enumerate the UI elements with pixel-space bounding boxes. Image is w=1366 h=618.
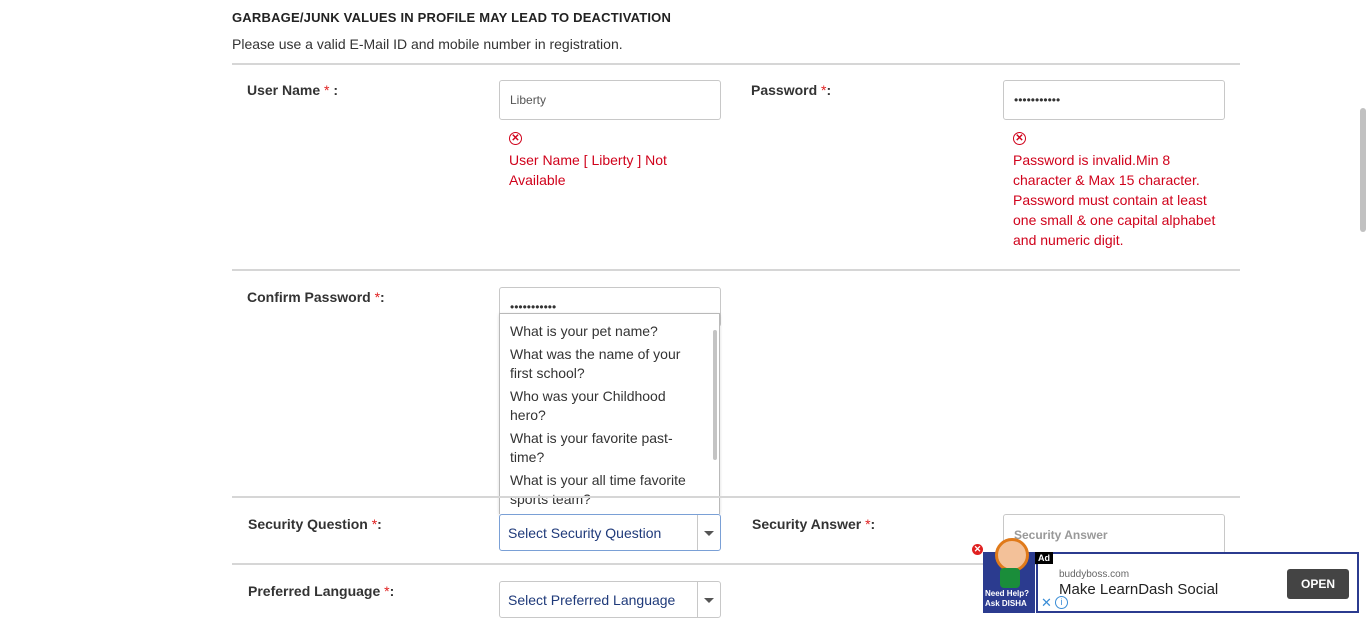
password-label: Password *: bbox=[751, 82, 832, 98]
security-question-select[interactable]: Select Security Question bbox=[499, 514, 721, 551]
close-icon[interactable]: ✕ bbox=[972, 544, 983, 555]
security-question-option[interactable]: What is your favorite past-time? bbox=[500, 425, 719, 467]
error-icon: ✕ bbox=[1013, 132, 1026, 145]
ad-banner: ✕ Need Help? Ask DISHA buddyboss.com Mak… bbox=[972, 538, 1366, 613]
security-question-option[interactable]: What is your all time favorite sports te… bbox=[500, 467, 719, 509]
security-question-label: Security Question *: bbox=[248, 516, 382, 532]
chevron-down-icon bbox=[704, 597, 714, 603]
dropdown-toggle[interactable] bbox=[697, 582, 720, 617]
deactivation-warning-title: GARBAGE/JUNK VALUES IN PROFILE MAY LEAD … bbox=[232, 10, 672, 25]
registration-instructions: Please use a valid E-Mail ID and mobile … bbox=[232, 36, 623, 52]
dropdown-toggle[interactable] bbox=[697, 515, 720, 550]
ad-domain: buddyboss.com bbox=[1059, 569, 1130, 580]
divider bbox=[232, 496, 1240, 498]
security-question-options[interactable]: What is your pet name? What was the name… bbox=[499, 313, 720, 514]
password-input[interactable]: ••••••••••• bbox=[1003, 80, 1225, 120]
dropdown-scrollbar[interactable] bbox=[713, 330, 717, 460]
divider bbox=[232, 63, 1240, 65]
security-question-option[interactable]: Who was your Childhood hero? bbox=[500, 383, 719, 425]
confirm-password-label: Confirm Password *: bbox=[247, 289, 385, 305]
ad-info-icon[interactable]: i bbox=[1055, 596, 1068, 609]
security-answer-label: Security Answer *: bbox=[752, 516, 876, 532]
ad-label: Ad bbox=[1035, 552, 1053, 564]
ad-title: Make LearnDash Social bbox=[1059, 581, 1219, 598]
username-input[interactable]: Liberty bbox=[499, 80, 721, 120]
divider bbox=[232, 269, 1240, 271]
username-label: User Name * : bbox=[247, 82, 339, 98]
security-question-selected: Select Security Question bbox=[508, 525, 662, 541]
preferred-language-select[interactable]: Select Preferred Language bbox=[499, 581, 721, 618]
ad-close-icon[interactable]: ✕ bbox=[1041, 596, 1054, 609]
username-error: User Name [ Liberty ] Not Available bbox=[509, 152, 667, 188]
ad-card[interactable]: buddyboss.com Make LearnDash Social OPEN… bbox=[1036, 552, 1359, 613]
page-scrollbar-thumb[interactable] bbox=[1360, 108, 1366, 232]
disha-avatar bbox=[995, 538, 1029, 572]
security-question-option[interactable]: What is your pet name? bbox=[500, 314, 719, 341]
ad-open-button[interactable]: OPEN bbox=[1287, 569, 1349, 599]
disha-help-text: Need Help? Ask DISHA bbox=[985, 589, 1030, 608]
password-error: Password is invalid.Min 8 character & Ma… bbox=[1013, 152, 1216, 248]
preferred-language-label: Preferred Language *: bbox=[248, 583, 395, 599]
security-question-option[interactable]: What was the name of your first school? bbox=[500, 341, 719, 383]
disha-help-widget[interactable]: ✕ Need Help? Ask DISHA bbox=[972, 538, 1035, 613]
error-icon: ✕ bbox=[509, 132, 522, 145]
chevron-down-icon bbox=[704, 530, 714, 536]
preferred-language-selected: Select Preferred Language bbox=[508, 592, 676, 608]
disha-avatar-body bbox=[1000, 568, 1020, 588]
security-answer-input[interactable]: Security Answer bbox=[1003, 514, 1225, 554]
